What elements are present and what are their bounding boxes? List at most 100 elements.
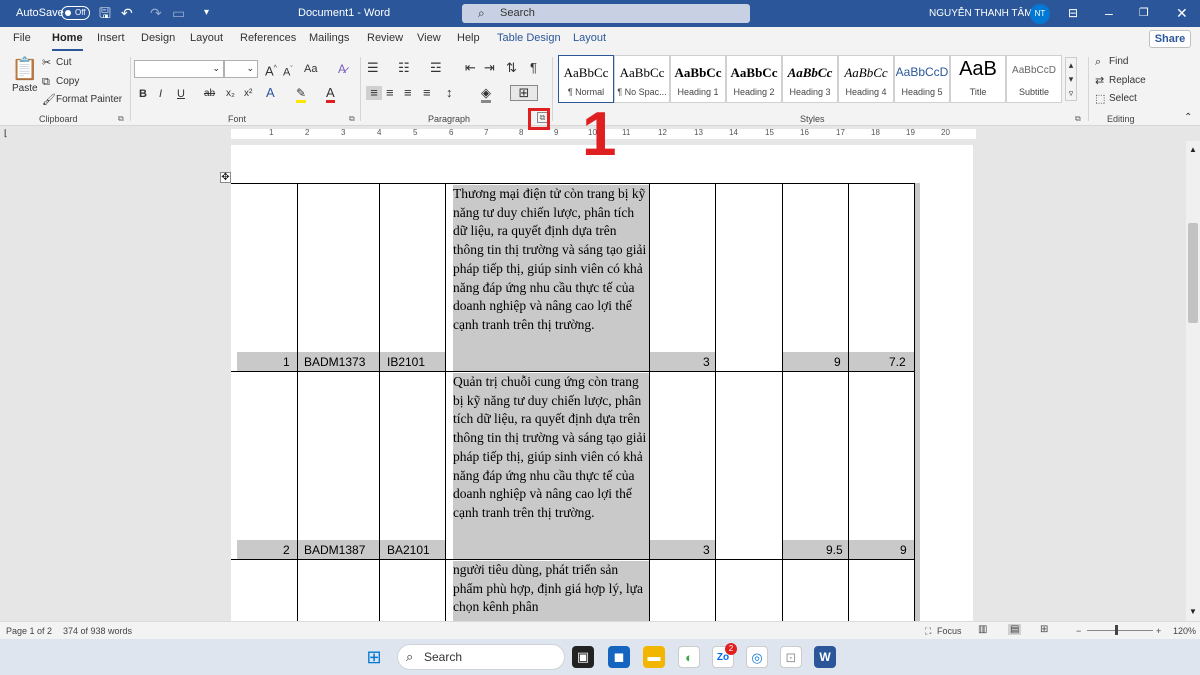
cell-description[interactable]: Thương mại điện tử còn trang bị kỹ năng … (453, 185, 649, 371)
clear-formatting-icon[interactable]: A̷ (338, 62, 346, 76)
decrease-indent-icon[interactable]: ⇤ (465, 61, 476, 75)
read-mode-icon[interactable]: ▥ (978, 624, 987, 635)
close-icon[interactable]: ✕ (1176, 4, 1188, 22)
copy-button[interactable]: Copy (56, 76, 79, 87)
tab-references[interactable]: References (240, 32, 296, 44)
borders-icon[interactable]: ⊞ (510, 85, 538, 101)
strikethrough-button[interactable]: ab (204, 87, 215, 101)
windows-start-icon[interactable]: ⊞ (363, 646, 385, 668)
tab-home[interactable]: Home (52, 32, 83, 51)
word-count[interactable]: 374 of 938 words (63, 626, 132, 636)
font-size-select[interactable]: ⌄ (224, 60, 258, 78)
change-case-button[interactable]: Aa (304, 63, 317, 75)
web-layout-icon[interactable]: ⊞ (1040, 624, 1048, 635)
tab-view[interactable]: View (417, 32, 441, 44)
app-icon[interactable]: ◐ (678, 646, 700, 668)
align-center-icon[interactable]: ≡ (386, 86, 394, 100)
avatar[interactable]: NT (1030, 4, 1050, 24)
ribbon-display-icon[interactable]: ⊟ (1068, 4, 1078, 22)
numbering-icon[interactable]: ☷ (398, 61, 410, 75)
store-icon[interactable]: ◼ (608, 646, 630, 668)
task-view-icon[interactable]: ▣ (572, 646, 594, 668)
zoom-slider[interactable] (1087, 630, 1153, 631)
font-color-icon[interactable]: A (326, 86, 335, 103)
styles-scroll-icon[interactable]: ▴ ▾ ▿ (1065, 57, 1077, 101)
focus-button[interactable]: Focus (937, 626, 962, 636)
app-icon[interactable]: ⊡ (780, 646, 802, 668)
sort-icon[interactable]: ⇅ (506, 61, 517, 75)
replace-button[interactable]: Replace (1109, 75, 1146, 86)
justify-icon[interactable]: ≡ (423, 86, 431, 100)
tab-layout[interactable]: Layout (190, 32, 223, 44)
style-heading-5[interactable]: AaBbCcD Heading 5 (894, 55, 950, 103)
style-heading-3[interactable]: AaBbCc Heading 3 (782, 55, 838, 103)
align-left-icon[interactable]: ≡ (366, 86, 382, 100)
style-heading-2[interactable]: AaBbCc Heading 2 (726, 55, 782, 103)
word-icon[interactable]: W (814, 646, 836, 668)
undo-icon[interactable]: ↶ (121, 4, 133, 22)
taskbar-search[interactable]: ⌕ Search (397, 644, 565, 670)
font-launcher-icon[interactable]: ⧉ (349, 114, 355, 124)
collapse-ribbon-icon[interactable]: ⌃ (1184, 111, 1192, 125)
minimize-icon[interactable]: – (1105, 4, 1113, 22)
paste-icon[interactable]: 📋 (11, 56, 38, 82)
cell-description[interactable]: Quản trị chuỗi cung ứng còn trang bị kỹ … (453, 373, 649, 559)
multilevel-list-icon[interactable]: ☲ (430, 61, 442, 75)
style-heading-4[interactable]: AaBbCc Heading 4 (838, 55, 894, 103)
tab-help[interactable]: Help (457, 32, 480, 44)
style-heading-1[interactable]: AaBbCc Heading 1 (670, 55, 726, 103)
cell-description[interactable]: người tiêu dùng, phát triển sản phẩm phù… (453, 561, 649, 621)
file-explorer-icon[interactable]: ▬ (643, 646, 665, 668)
zoom-in-button[interactable]: + (1156, 626, 1161, 636)
document-page[interactable]: ✥ 1 BADM1373 IB2101 Thương mại điện tử c… (220, 145, 973, 621)
style-normal[interactable]: AaBbCc ¶ Normal (558, 55, 614, 103)
tab-file[interactable]: File (13, 32, 31, 44)
find-button[interactable]: Find (1109, 56, 1128, 67)
subscript-button[interactable]: x₂ (226, 87, 235, 101)
zoom-slider-thumb[interactable] (1115, 625, 1118, 635)
tab-table-layout[interactable]: Layout (573, 32, 606, 44)
highlight-icon[interactable]: ✎ (296, 86, 307, 103)
increase-indent-icon[interactable]: ⇥ (484, 61, 495, 75)
share-button[interactable]: Share (1149, 30, 1191, 48)
select-button[interactable]: Select (1109, 93, 1137, 104)
tab-table-design[interactable]: Table Design (497, 32, 561, 44)
superscript-button[interactable]: x² (244, 87, 252, 101)
line-spacing-icon[interactable]: ↕ (446, 86, 453, 100)
restore-icon[interactable]: ❐ (1139, 4, 1149, 22)
autosave-toggle[interactable]: Off (61, 6, 90, 20)
tab-mailings[interactable]: Mailings (309, 32, 349, 44)
scroll-up-icon[interactable]: ▲ (1189, 145, 1197, 154)
tab-insert[interactable]: Insert (97, 32, 125, 44)
title-search-box[interactable]: ⌕ Search (462, 4, 750, 23)
user-name[interactable]: NGUYỄN THANH TÂM (929, 8, 1033, 19)
italic-button[interactable]: I (159, 87, 162, 101)
scroll-down-icon[interactable]: ▼ (1189, 607, 1197, 616)
format-painter-button[interactable]: Format Painter (56, 94, 122, 105)
grow-font-icon[interactable]: A^ (265, 62, 277, 78)
zoom-level[interactable]: 120% (1173, 626, 1196, 636)
show-formatting-button[interactable]: ¶ (530, 61, 537, 75)
shrink-font-icon[interactable]: Aˇ (283, 63, 293, 80)
font-name-select[interactable]: ⌄ (134, 60, 224, 78)
align-right-icon[interactable]: ≡ (404, 86, 412, 100)
tab-design[interactable]: Design (141, 32, 175, 44)
styles-launcher-icon[interactable]: ⧉ (1075, 114, 1081, 124)
customize-toolbar-icon[interactable]: ▾ (204, 4, 209, 22)
cut-button[interactable]: Cut (56, 57, 72, 68)
style-title[interactable]: AaB Title (950, 55, 1006, 103)
tab-selector-icon[interactable]: ⌊ (4, 128, 8, 139)
redo-icon[interactable]: ↷ (150, 4, 162, 22)
table-move-handle-icon[interactable]: ✥ (220, 172, 231, 183)
clipboard-launcher-icon[interactable]: ⧉ (118, 114, 124, 124)
bullets-icon[interactable]: ☰ (367, 61, 379, 75)
zoom-out-button[interactable]: − (1076, 626, 1081, 636)
scrollbar-thumb[interactable] (1188, 223, 1198, 323)
paste-button[interactable]: Paste (12, 83, 38, 94)
style-no-spacing[interactable]: AaBbCc ¶ No Spac... (614, 55, 670, 103)
print-layout-icon[interactable]: ▤ (1008, 624, 1022, 635)
text-effects-icon[interactable]: A (266, 86, 275, 100)
tab-review[interactable]: Review (367, 32, 403, 44)
underline-button[interactable]: U (177, 87, 185, 101)
bold-button[interactable]: B (139, 87, 147, 101)
